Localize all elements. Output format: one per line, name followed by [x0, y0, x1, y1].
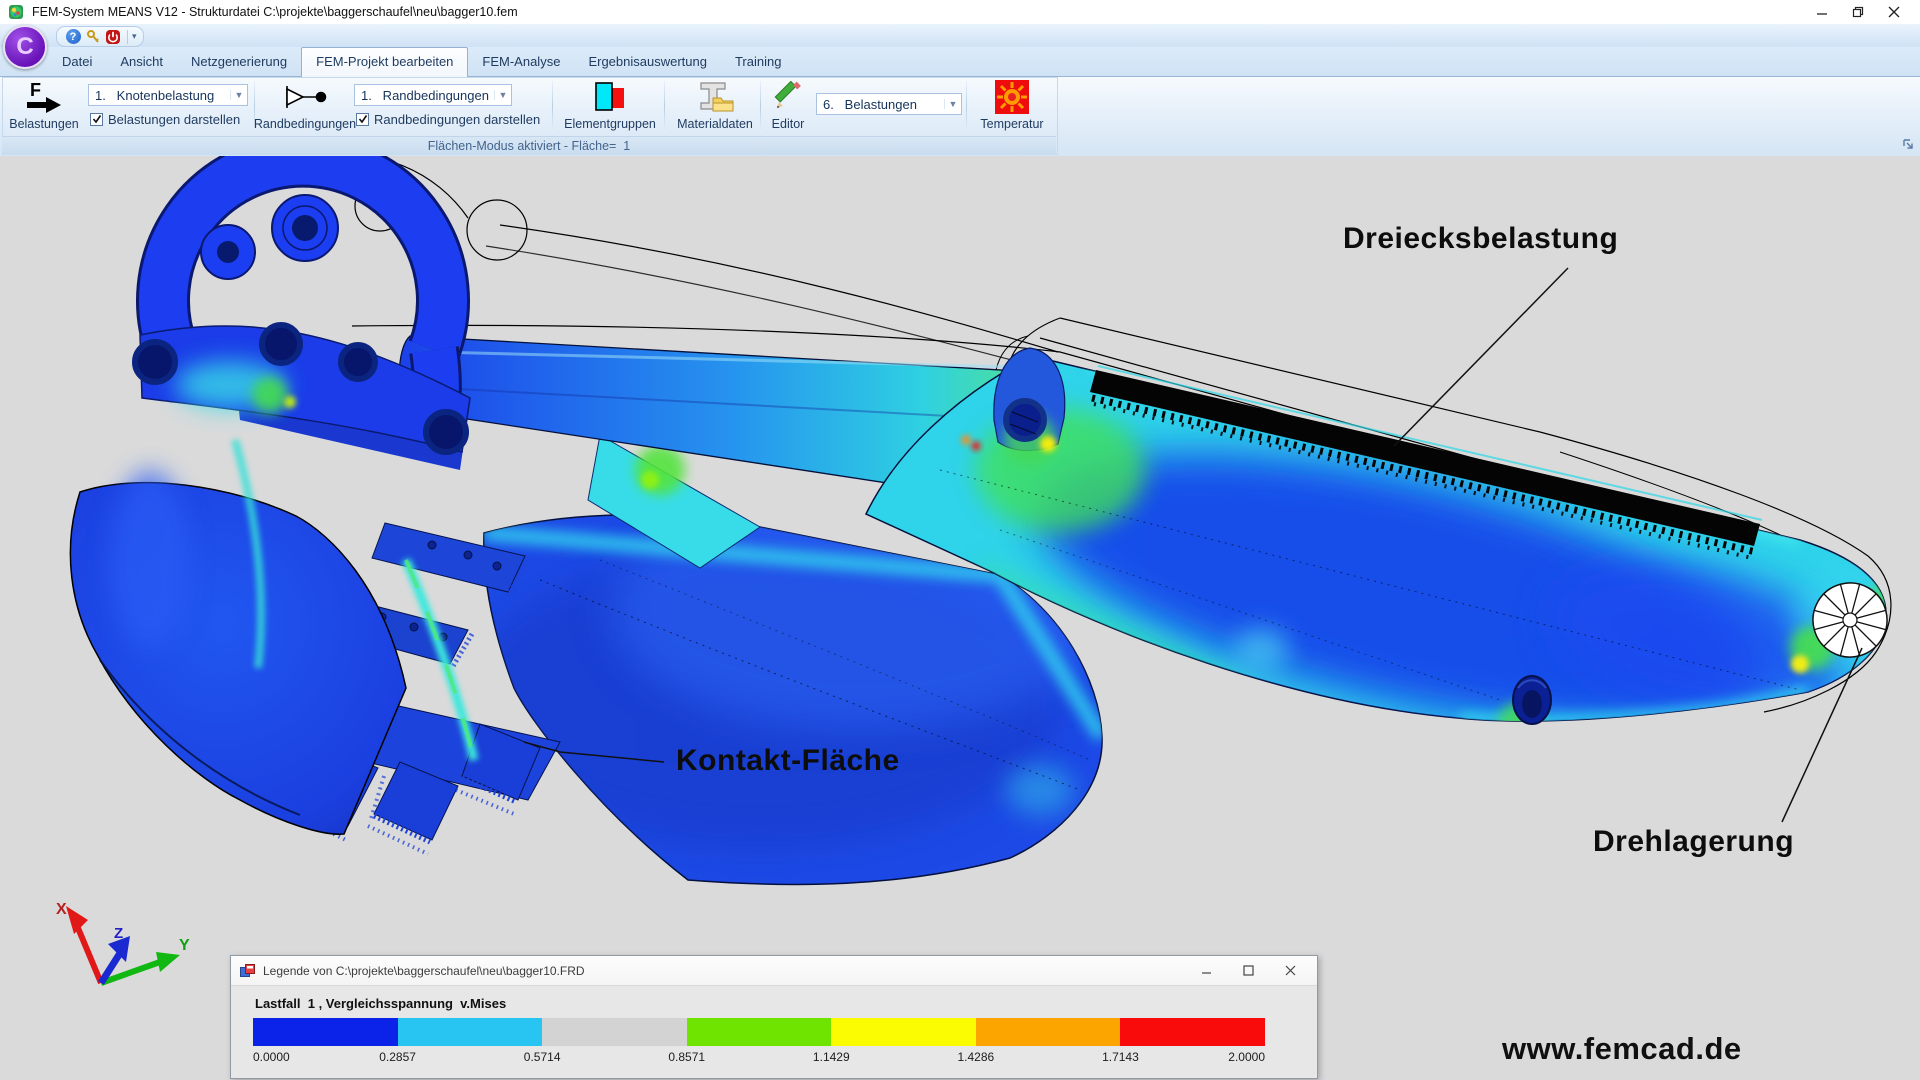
belastungen-button[interactable]: F Belastungen: [6, 79, 82, 135]
customize-arrow-icon[interactable]: ▾: [132, 31, 137, 42]
editor-button[interactable]: Editor: [764, 79, 812, 135]
legend-tick-label: 0.0000: [253, 1050, 290, 1064]
tab-ergebnisauswertung[interactable]: Ergebnisauswertung: [574, 48, 721, 76]
quick-access-toolbar: C ? ▾: [0, 24, 1920, 48]
legend-minimize-button[interactable]: [1185, 956, 1227, 985]
boundary-condition-icon: [282, 79, 328, 115]
legend-tick-label: 2.0000: [1228, 1050, 1265, 1064]
app-menu-button[interactable]: C: [3, 25, 47, 69]
legend-color-segment: [831, 1018, 976, 1046]
legend-tick-label: 1.1429: [813, 1050, 850, 1064]
randbedingungen-darstellen-checkbox[interactable]: Randbedingungen darstellen: [356, 111, 540, 127]
legend-color-segment: [687, 1018, 832, 1046]
quick-access-items: ? ▾: [56, 26, 144, 47]
app-logo-letter: C: [16, 35, 33, 59]
power-icon[interactable]: [103, 28, 123, 45]
axis-y-label: Y: [179, 937, 190, 954]
legend-tick-label: 0.8571: [668, 1050, 705, 1064]
annotation-dreiecksbelastung: Dreiecksbelastung: [1343, 222, 1618, 256]
annotation-kontakt-flaeche: Kontakt-Fläche: [676, 744, 900, 778]
window-controls: [1804, 0, 1912, 24]
material-beam-folder-icon: [695, 79, 735, 115]
dialog-launcher-icon[interactable]: [1903, 139, 1915, 151]
legend-color-segment: [976, 1018, 1121, 1046]
legend-close-button[interactable]: [1269, 956, 1311, 985]
ribbon-tabs: Datei Ansicht Netzgenerierung FEM-Projek…: [0, 47, 1920, 77]
ribbon-separator: [552, 81, 553, 133]
belastungen-darstellen-checkbox[interactable]: Belastungen darstellen: [90, 111, 240, 127]
ribbon-separator: [760, 81, 761, 133]
randbedingungen-button[interactable]: Randbedingungen: [262, 79, 348, 135]
titlebar: FEM-System MEANS V12 - Strukturdatei C:\…: [0, 0, 1920, 24]
orientation-triad: X Z Y: [56, 901, 190, 983]
ribbon-separator: [966, 81, 967, 133]
annotation-drehlagerung: Drehlagerung: [1593, 825, 1794, 859]
watermark-femcad: www.femcad.de: [1502, 1031, 1742, 1067]
element-groups-icon: [590, 79, 630, 115]
tab-ansicht[interactable]: Ansicht: [106, 48, 177, 76]
tab-fem-projekt-bearbeiten[interactable]: FEM-Projekt bearbeiten: [301, 47, 468, 77]
legend-window-icon: [240, 964, 255, 978]
legend-color-segment: [253, 1018, 398, 1046]
model-viewport[interactable]: X Z Y: [0, 156, 1920, 1080]
svg-text:F: F: [30, 80, 41, 100]
tab-netzgenerierung[interactable]: Netzgenerierung: [177, 48, 301, 76]
axis-z-label: Z: [114, 925, 123, 942]
legend-tick-label: 0.5714: [524, 1050, 561, 1064]
checkbox-checked-icon: [356, 113, 369, 126]
temperatur-button[interactable]: Temperatur: [972, 79, 1052, 135]
key-icon[interactable]: [83, 28, 103, 45]
legend-title: Legende von C:\projekte\baggerschaufel\n…: [263, 964, 585, 978]
model-canvas: X Z Y: [0, 156, 1920, 1080]
legend-tick-label: 1.7143: [1102, 1050, 1139, 1064]
knotenbelastung-dropdown[interactable]: 1. Knotenbelastung▼: [88, 84, 248, 106]
randbedingungen-dropdown[interactable]: 1. Randbedingungen▼: [354, 84, 512, 106]
app-icon: [8, 4, 24, 20]
application-window: FEM-System MEANS V12 - Strukturdatei C:\…: [0, 0, 1920, 1080]
window-title: FEM-System MEANS V12 - Strukturdatei C:\…: [32, 5, 518, 19]
mode-status-label: Flächen-Modus aktiviert - Fläche= 1: [428, 139, 631, 153]
legend-controls: [1185, 956, 1311, 985]
tab-datei[interactable]: Datei: [48, 48, 106, 76]
temperature-sun-icon: [993, 79, 1031, 115]
legend-titlebar[interactable]: Legende von C:\projekte\baggerschaufel\n…: [231, 956, 1317, 986]
legend-ticks: 0.0000 0.2857 0.5714 0.8571 1.1429 1.4286 1.71…: [253, 1050, 1265, 1065]
lastfall-dropdown[interactable]: 6. Belastungen▼: [816, 93, 962, 115]
checkbox-checked-icon: [90, 113, 103, 126]
legend-caption: Lastfall 1 , Vergleichsspannung v.Mises: [255, 996, 506, 1011]
materialdaten-button[interactable]: Materialdaten: [670, 79, 760, 135]
legend-color-segment: [542, 1018, 687, 1046]
axis-x-label: X: [56, 901, 67, 918]
pencil-icon: [771, 79, 805, 115]
force-arrow-icon: F: [22, 79, 66, 115]
arm-hole: [1513, 676, 1551, 724]
ribbon-group-strip: Flächen-Modus aktiviert - Fläche= 1: [2, 136, 1056, 155]
ribbon-separator: [664, 81, 665, 133]
legend-maximize-button[interactable]: [1227, 956, 1269, 985]
legend-tick-label: 0.2857: [379, 1050, 416, 1064]
legend-colorbar: [253, 1018, 1265, 1046]
elementgruppen-button[interactable]: Elementgruppen: [558, 79, 662, 135]
tab-training[interactable]: Training: [721, 48, 795, 76]
legend-color-segment: [1120, 1018, 1265, 1046]
minimize-button[interactable]: [1804, 0, 1840, 24]
tab-fem-analyse[interactable]: FEM-Analyse: [468, 48, 574, 76]
ribbon: F Belastungen 1. Knotenbelastung▼ Belast…: [0, 77, 1920, 157]
restore-button[interactable]: [1840, 0, 1876, 24]
qat-separator: [127, 30, 128, 44]
legend-window: Legende von C:\projekte\baggerschaufel\n…: [230, 955, 1318, 1079]
legend-color-segment: [398, 1018, 543, 1046]
close-button[interactable]: [1876, 0, 1912, 24]
help-icon[interactable]: ?: [63, 28, 83, 45]
legend-tick-label: 1.4286: [957, 1050, 994, 1064]
